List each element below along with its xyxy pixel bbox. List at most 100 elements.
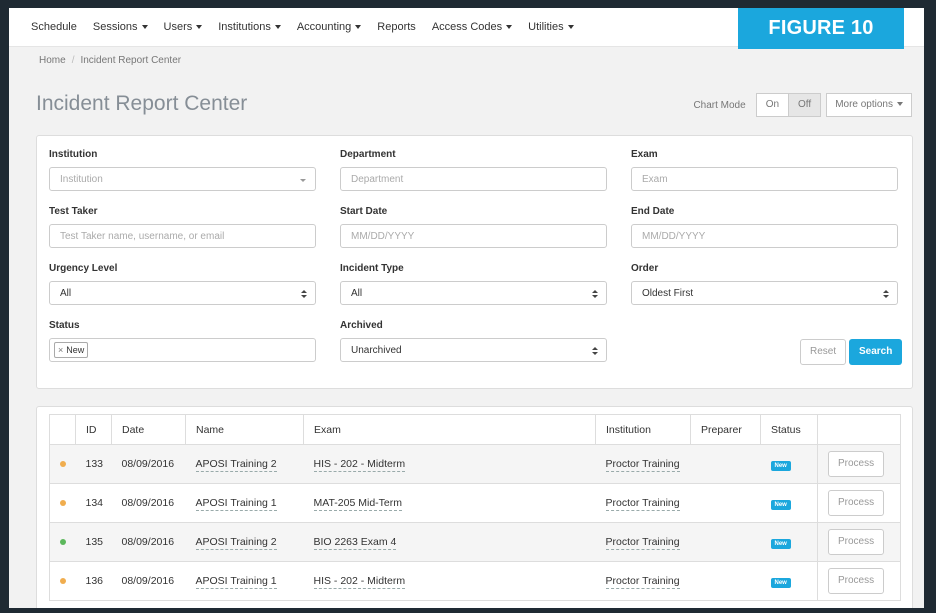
department-input[interactable]: Department [340,167,607,191]
exam-cell: HIS - 202 - Midterm [303,561,596,601]
chart-mode-off-button[interactable]: Off [789,93,822,117]
col-id[interactable]: ID [75,414,112,445]
breadcrumb-home[interactable]: Home [39,55,66,66]
test-taker-input[interactable]: Test Taker name, username, or email [49,224,316,248]
nav-users[interactable]: Users [164,21,203,33]
status-multiselect[interactable]: × New [49,338,316,362]
institution-select[interactable]: Institution [49,167,316,191]
status-cell: New [760,522,818,562]
status-tag[interactable]: × New [54,342,89,359]
name-cell: APOSI Training 1 [185,561,304,601]
table-row[interactable]: 134 08/09/2016 APOSI Training 1 MAT-205 Mid… [49,483,901,523]
status-badge: New [770,577,791,588]
name-link[interactable]: APOSI Training 2 [195,458,277,472]
status-cell: New [760,561,818,601]
id-cell: 136 [75,561,112,601]
end-date-input[interactable]: MM/DD/YYYY [631,224,898,248]
nav-access-codes[interactable]: Access Codes [431,21,513,33]
action-cell: Process [817,561,901,601]
preparer-cell [690,522,761,562]
institution-link[interactable]: Proctor Training [605,536,680,550]
select-arrows-icon [301,290,307,298]
name-link[interactable]: APOSI Training 1 [195,497,277,511]
chart-mode-toggle: On Off [755,93,822,117]
test-taker-placeholder: Test Taker name, username, or email [60,231,225,242]
exam-label: Exam [631,149,658,160]
caret-down-icon [506,25,513,30]
nav-sessions[interactable]: Sessions [93,21,148,33]
table-row[interactable]: 133 08/09/2016 APOSI Training 2 HIS - 202 -… [49,444,901,484]
nav-utilities[interactable]: Utilities [528,21,574,33]
status-tag-label: New [66,345,85,356]
reset-button[interactable]: Reset [800,339,847,365]
archived-value: Unarchived [351,345,402,356]
date-cell: 08/09/2016 [111,561,186,601]
exam-link[interactable]: HIS - 202 - Midterm [313,458,406,472]
nav-label: Sessions [92,21,138,33]
name-link[interactable]: APOSI Training 2 [195,536,277,550]
chart-mode-control: Chart Mode On Off More options [693,93,912,117]
start-date-input[interactable]: MM/DD/YYYY [340,224,607,248]
caret-down-icon [196,25,203,30]
exam-placeholder: Exam [642,174,668,185]
search-button[interactable]: Search [849,339,903,365]
status-cell: New [760,483,818,523]
caret-down-icon [897,102,903,107]
process-button[interactable]: Process [828,529,885,555]
incident-type-value: All [351,288,363,299]
institution-link[interactable]: Proctor Training [605,458,680,472]
nav-schedule[interactable]: Schedule [31,21,77,33]
date-cell: 08/09/2016 [111,483,186,523]
results-panel: ID Date Name Exam Institution Preparer S… [36,406,913,608]
name-cell: APOSI Training 2 [185,444,304,484]
urgency-cell [49,483,76,523]
urgency-select[interactable]: All [49,281,316,305]
exam-input[interactable]: Exam [631,167,898,191]
nav-accounting[interactable]: Accounting [297,21,362,33]
nav-reports[interactable]: Reports [377,21,416,33]
exam-link[interactable]: MAT-205 Mid-Term [313,497,402,511]
name-link[interactable]: APOSI Training 1 [195,575,277,589]
urgency-cell [49,561,76,601]
col-institution[interactable]: Institution [595,414,691,445]
urgency-label: Urgency Level [49,263,118,274]
more-options-button[interactable]: More options [826,93,912,117]
remove-tag-icon[interactable]: × [58,345,63,355]
preparer-cell [690,483,761,523]
order-select[interactable]: Oldest First [631,281,898,305]
col-preparer[interactable]: Preparer [690,414,761,445]
id-cell: 133 [75,444,112,484]
urgency-value: All [60,288,72,299]
col-exam[interactable]: Exam [303,414,596,445]
nav-label: Utilities [528,21,564,33]
action-cell: Process [817,483,901,523]
process-button[interactable]: Process [828,451,885,477]
exam-link[interactable]: HIS - 202 - Midterm [313,575,406,589]
id-cell: 135 [75,522,112,562]
select-arrows-icon [592,347,598,355]
nav-institutions[interactable]: Institutions [218,21,281,33]
select-arrows-icon [592,290,598,298]
chart-mode-on-button[interactable]: On [755,93,790,117]
start-date-placeholder: MM/DD/YYYY [351,231,415,242]
exam-link[interactable]: BIO 2263 Exam 4 [313,536,397,550]
table-row[interactable]: 135 08/09/2016 APOSI Training 2 BIO 2263 Ex… [49,522,901,562]
institution-link[interactable]: Proctor Training [605,575,680,589]
col-name[interactable]: Name [185,414,304,445]
archived-label: Archived [340,320,383,331]
institution-label: Institution [49,149,98,160]
urgency-dot-icon [60,578,66,584]
archived-select[interactable]: Unarchived [340,338,607,362]
nav-label: Access Codes [431,21,503,33]
date-cell: 08/09/2016 [111,444,186,484]
process-button[interactable]: Process [828,568,885,594]
col-status[interactable]: Status [760,414,818,445]
col-date[interactable]: Date [111,414,186,445]
status-badge: New [770,538,791,549]
institution-link[interactable]: Proctor Training [605,497,680,511]
process-button[interactable]: Process [828,490,885,516]
nav-label: Users [163,21,193,33]
action-cell: Process [817,522,901,562]
table-row[interactable]: 136 08/09/2016 APOSI Training 1 HIS - 202 -… [49,561,901,601]
incident-type-select[interactable]: All [340,281,607,305]
